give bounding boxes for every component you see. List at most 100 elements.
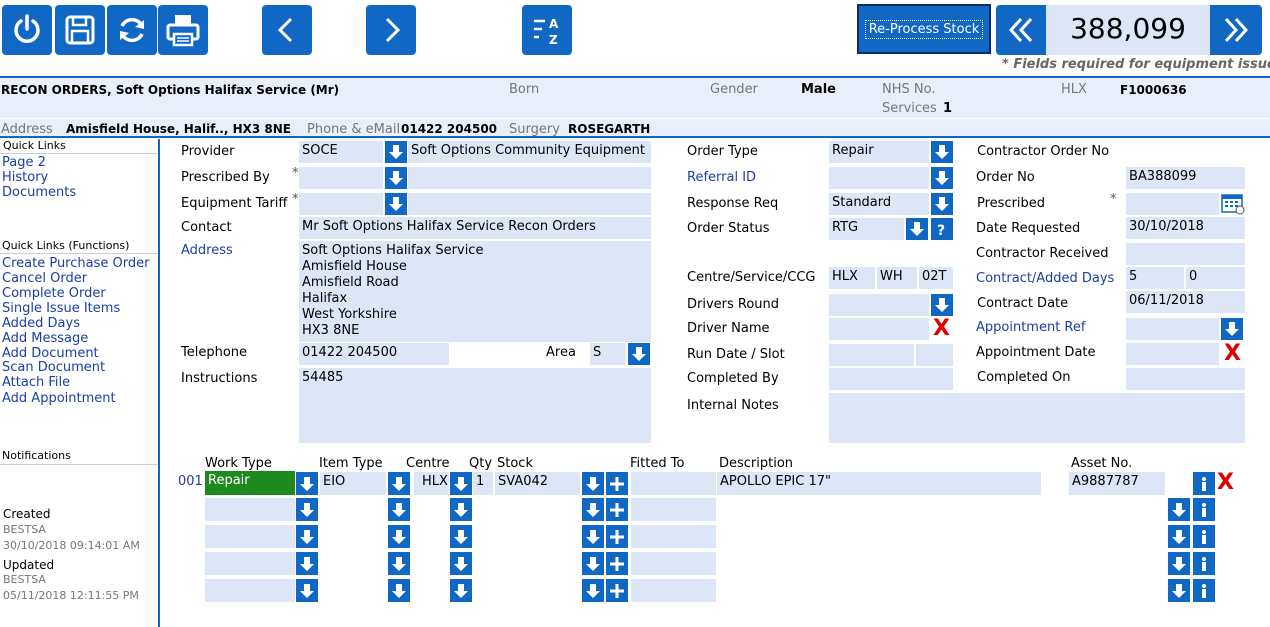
stock-dropdown-button[interactable] <box>582 579 604 602</box>
sidebar-link-attach-file[interactable]: Attach File <box>2 375 70 390</box>
add-stock-button[interactable] <box>606 552 628 575</box>
work-type-dropdown-button[interactable] <box>296 525 318 548</box>
prescribed-by-code-field[interactable] <box>299 167 383 189</box>
date-requested-field[interactable]: 30/10/2018 <box>1126 217 1245 239</box>
centre-field[interactable]: HLX <box>829 267 875 289</box>
provider-dropdown-button[interactable] <box>385 141 407 163</box>
work-type-field[interactable] <box>205 525 295 548</box>
appointment-ref-link[interactable]: Appointment Ref <box>976 320 1085 335</box>
sidebar-link-page-2[interactable]: Page 2 <box>2 155 46 170</box>
centre-dropdown-button[interactable] <box>450 552 472 575</box>
calendar-icon[interactable] <box>1221 193 1245 215</box>
qty-field[interactable]: 1 <box>473 472 493 495</box>
appointment-date-field[interactable] <box>1126 343 1219 365</box>
contract-date-field[interactable]: 06/11/2018 <box>1126 291 1245 313</box>
description-field[interactable]: APOLLO EPIC 17" <box>717 472 1041 495</box>
item-dropdown-button[interactable] <box>1168 552 1190 575</box>
item-info-button[interactable] <box>1193 579 1215 602</box>
centre-field[interactable]: HLX <box>414 472 449 495</box>
item-type-field[interactable]: EIO <box>320 472 386 495</box>
fitted-to-field[interactable] <box>631 552 716 575</box>
sidebar-link-single-issue-items[interactable]: Single Issue Items <box>2 301 120 316</box>
sidebar-link-complete-order[interactable]: Complete Order <box>2 286 106 301</box>
sidebar-link-add-document[interactable]: Add Document <box>2 346 99 361</box>
centre-dropdown-button[interactable] <box>450 579 472 602</box>
sidebar-link-add-appointment[interactable]: Add Appointment <box>2 391 116 406</box>
completed-on-field[interactable] <box>1126 368 1245 390</box>
fitted-to-field[interactable] <box>631 498 716 521</box>
appointment-ref-field[interactable] <box>1126 318 1219 340</box>
ccg-field[interactable]: 02T <box>919 267 953 289</box>
work-type-field[interactable] <box>205 498 295 521</box>
sidebar-link-scan-document[interactable]: Scan Document <box>2 360 105 375</box>
add-stock-button[interactable] <box>606 472 628 495</box>
centre-dropdown-button[interactable] <box>450 525 472 548</box>
asset-no-field[interactable]: A9887787 <box>1069 472 1165 495</box>
prescribed-by-dropdown-button[interactable] <box>385 167 407 189</box>
refresh-button[interactable] <box>107 5 157 55</box>
work-type-field[interactable]: Repair <box>205 471 295 495</box>
instructions-field[interactable]: 54485 <box>299 368 651 443</box>
item-type-dropdown-button[interactable] <box>388 552 410 575</box>
work-type-dropdown-button[interactable] <box>296 472 318 495</box>
reprocess-stock-button[interactable]: Re-Process Stock <box>857 4 991 54</box>
referral-id-dropdown-button[interactable] <box>931 167 953 189</box>
sidebar-link-added-days[interactable]: Added Days <box>2 316 80 331</box>
item-dropdown-button[interactable] <box>1168 498 1190 521</box>
run-date-field[interactable] <box>829 344 914 366</box>
work-type-dropdown-button[interactable] <box>296 498 318 521</box>
order-no-field[interactable]: BA388099 <box>1126 167 1245 189</box>
item-info-button[interactable] <box>1193 498 1215 521</box>
area-field[interactable]: S <box>590 343 626 365</box>
item-dropdown-button[interactable] <box>1168 579 1190 602</box>
centre-dropdown-button[interactable] <box>450 472 472 495</box>
last-record-button[interactable] <box>1210 5 1262 55</box>
order-status-dropdown-button[interactable] <box>906 218 928 240</box>
tariff-code-field[interactable] <box>299 193 383 215</box>
stock-dropdown-button[interactable] <box>582 498 604 521</box>
work-type-field[interactable] <box>205 552 295 575</box>
appointment-ref-dropdown-button[interactable] <box>1221 318 1243 340</box>
item-type-dropdown-button[interactable] <box>388 498 410 521</box>
order-type-field[interactable]: Repair <box>829 141 929 163</box>
work-type-dropdown-button[interactable] <box>296 552 318 575</box>
sort-button[interactable]: AZ <box>522 5 572 55</box>
power-button[interactable] <box>2 5 52 55</box>
item-info-button[interactable] <box>1193 525 1215 548</box>
driver-name-field[interactable] <box>829 318 929 340</box>
fitted-to-field[interactable] <box>631 579 716 602</box>
drivers-round-dropdown-button[interactable] <box>931 294 953 316</box>
response-req-dropdown-button[interactable] <box>931 193 953 215</box>
tariff-dropdown-button[interactable] <box>385 193 407 215</box>
provider-name-field[interactable]: Soft Options Community Equipment <box>408 141 651 163</box>
referral-id-field[interactable] <box>829 167 929 189</box>
clear-driver-name-icon[interactable]: X <box>933 318 950 340</box>
prescribed-date-field[interactable] <box>1126 193 1219 215</box>
contractor-received-field[interactable] <box>1126 243 1245 265</box>
add-stock-button[interactable] <box>606 579 628 602</box>
slot-field[interactable] <box>916 344 953 366</box>
fitted-to-field[interactable] <box>631 472 716 495</box>
item-info-button[interactable] <box>1193 552 1215 575</box>
order-status-field[interactable]: RTG <box>829 218 904 240</box>
work-type-field[interactable] <box>205 579 295 602</box>
provider-code-field[interactable]: SOCE <box>299 141 383 163</box>
stock-field[interactable]: SVA042 <box>495 472 580 495</box>
add-stock-button[interactable] <box>606 525 628 548</box>
next-button[interactable] <box>366 5 416 55</box>
sidebar-link-add-message[interactable]: Add Message <box>2 331 88 346</box>
previous-button[interactable] <box>262 5 312 55</box>
response-req-field[interactable]: Standard <box>829 193 929 215</box>
item-dropdown-button[interactable] <box>1168 525 1190 548</box>
sidebar-link-documents[interactable]: Documents <box>2 185 76 200</box>
fitted-to-field[interactable] <box>631 525 716 548</box>
work-type-dropdown-button[interactable] <box>296 579 318 602</box>
item-type-dropdown-button[interactable] <box>388 525 410 548</box>
add-stock-button[interactable] <box>606 498 628 521</box>
service-field[interactable]: WH <box>877 267 917 289</box>
drivers-round-field[interactable] <box>829 294 929 316</box>
address-block[interactable]: Soft Options Halifax Service Amisfield H… <box>299 241 651 342</box>
clear-appointment-date-icon[interactable]: X <box>1224 343 1241 365</box>
item-info-button[interactable] <box>1193 472 1215 495</box>
sidebar-link-create-purchase-order[interactable]: Create Purchase Order <box>2 256 149 271</box>
